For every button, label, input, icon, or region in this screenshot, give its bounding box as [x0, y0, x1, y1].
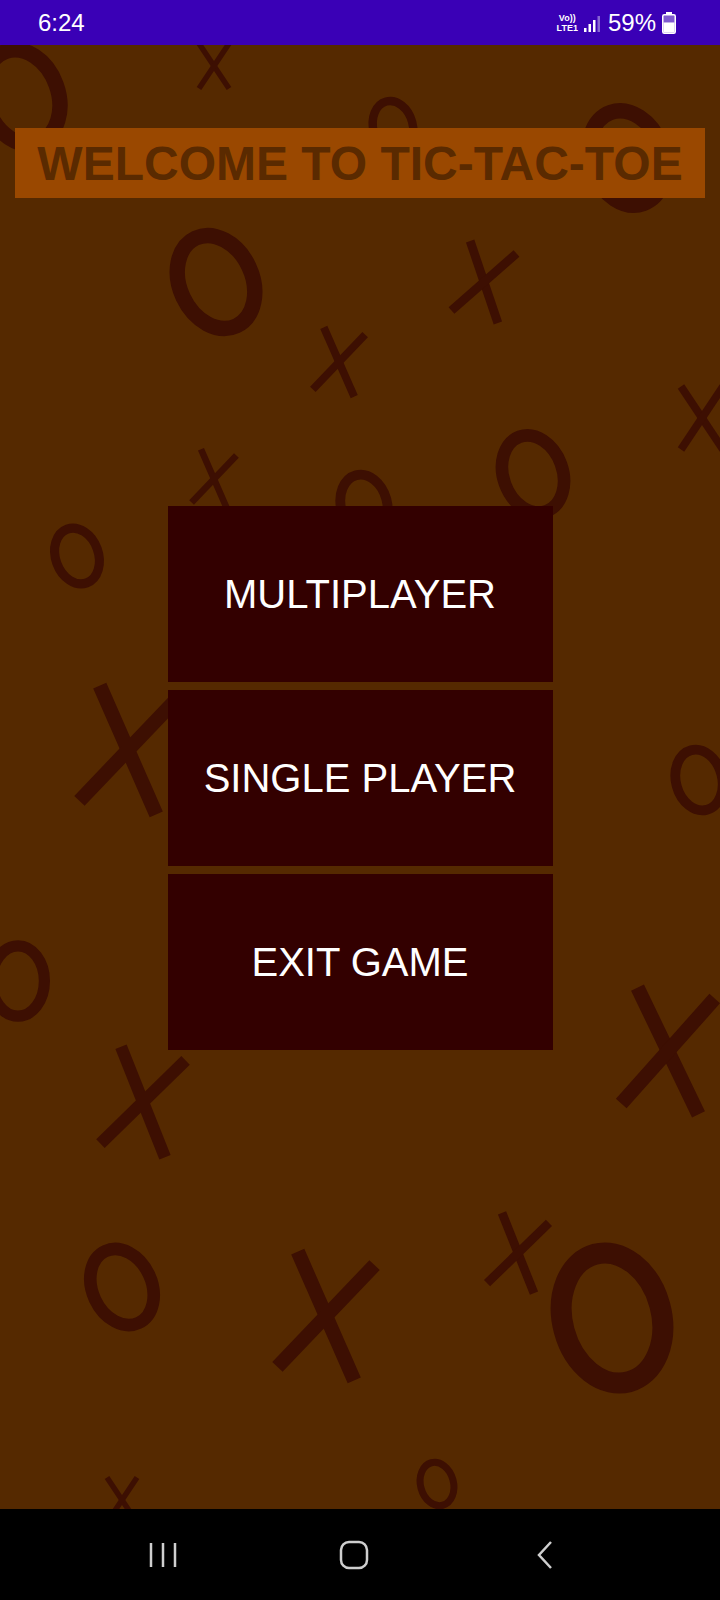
app-screen: 6:24 Vo)) LTE1 59% WELCOME TO TIC-TAC-TO…: [0, 0, 720, 1600]
network-indicator: Vo)) LTE1: [557, 13, 578, 33]
nav-button[interactable]: [334, 1535, 374, 1575]
volte-label: Vo)): [559, 13, 576, 23]
x-mark-icon: [313, 327, 365, 396]
status-indicators: Vo)) LTE1 59%: [557, 9, 676, 37]
x-mark-icon: [681, 387, 720, 450]
battery-reading: 59%: [608, 9, 656, 37]
menu-button[interactable]: EXIT GAME: [168, 874, 553, 1050]
x-mark-icon: [199, 44, 229, 89]
main-menu: WELCOME TO TIC-TAC-TOE MULTIPLAYERSINGLE…: [0, 45, 720, 1509]
x-mark-icon: [487, 1213, 549, 1293]
clock: 6:24: [38, 9, 85, 37]
navigation-bar: [0, 1509, 720, 1600]
nav-button[interactable]: [143, 1535, 183, 1575]
o-mark-icon: [415, 1458, 458, 1509]
x-mark-icon: [621, 988, 715, 1115]
menu-button[interactable]: MULTIPLAYER: [168, 506, 553, 682]
x-mark-icon: [192, 449, 237, 508]
network-label: LTE1: [557, 23, 578, 33]
battery-icon: [662, 12, 676, 34]
signal-icon: [584, 14, 602, 32]
menu-buttons: MULTIPLAYERSINGLE PLAYEREXIT GAME: [168, 506, 553, 1050]
welcome-title: WELCOME TO TIC-TAC-TOE: [15, 128, 705, 198]
back-icon: [534, 1539, 556, 1571]
home-icon: [338, 1539, 370, 1571]
x-mark-icon: [100, 1047, 185, 1158]
menu-button[interactable]: SINGLE PLAYER: [168, 690, 553, 866]
o-mark-icon: [163, 223, 270, 341]
o-mark-icon: [47, 522, 107, 590]
nav-button[interactable]: [525, 1535, 565, 1575]
o-mark-icon: [547, 1241, 677, 1394]
o-mark-icon: [0, 946, 44, 1016]
x-mark-icon: [452, 241, 517, 323]
recent-apps-icon: [146, 1540, 180, 1570]
o-mark-icon: [669, 744, 720, 815]
x-mark-icon: [79, 686, 176, 815]
o-mark-icon: [78, 1239, 165, 1336]
x-mark-icon: [277, 1252, 374, 1381]
status-bar: 6:24 Vo)) LTE1 59%: [0, 0, 720, 45]
